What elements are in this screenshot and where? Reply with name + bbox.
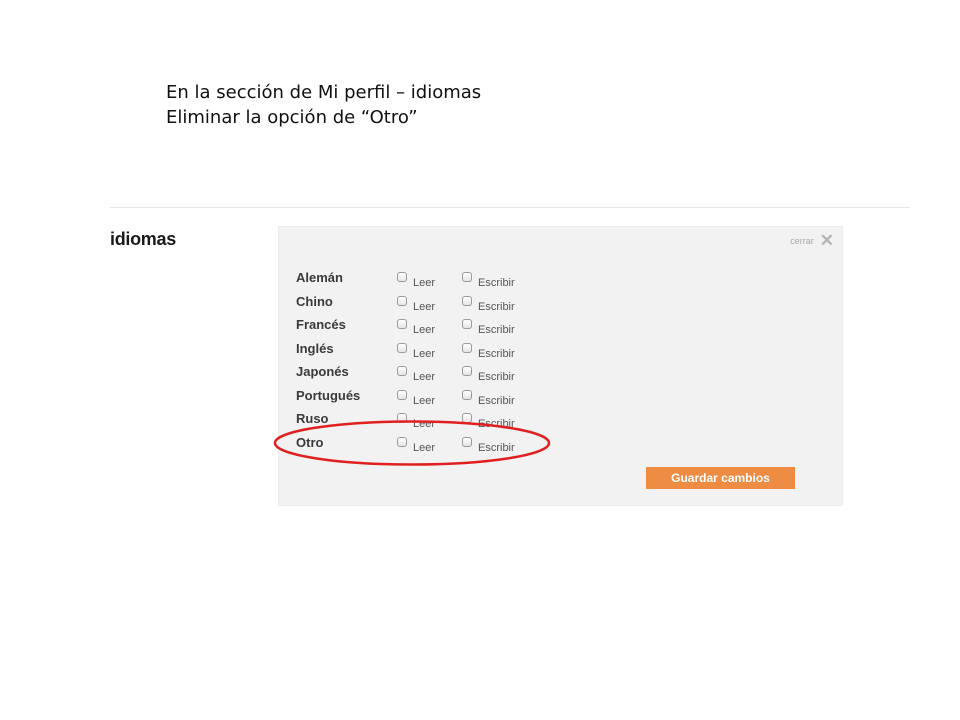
read-checkbox[interactable] [397, 390, 407, 400]
write-option[interactable]: Escribir [462, 436, 515, 454]
close-icon: ✕ [819, 231, 834, 250]
language-name: Inglés [296, 341, 334, 356]
close-button[interactable]: cerrar ✕ [790, 232, 834, 249]
read-option[interactable]: Leer [397, 389, 435, 407]
read-label: Leer [413, 277, 436, 289]
read-option[interactable]: Leer [397, 295, 435, 313]
language-row-aleman: Alemán Leer Escribir [296, 270, 596, 290]
write-label: Escribir [478, 301, 515, 313]
language-name: Ruso [296, 411, 329, 426]
language-row-frances: Francés Leer Escribir [296, 317, 596, 337]
read-checkbox[interactable] [397, 413, 407, 423]
language-row-ruso: Ruso Leer Escribir [296, 411, 596, 431]
write-option[interactable]: Escribir [462, 318, 515, 336]
write-checkbox[interactable] [462, 272, 472, 282]
page: En la sección de Mi perfil – idiomas Eli… [0, 0, 960, 720]
read-checkbox[interactable] [397, 319, 407, 329]
read-label: Leer [413, 348, 436, 360]
write-label: Escribir [478, 277, 515, 289]
read-option[interactable]: Leer [397, 318, 435, 336]
close-label: cerrar [790, 235, 814, 246]
write-option[interactable]: Escribir [462, 295, 515, 313]
write-checkbox[interactable] [462, 366, 472, 376]
write-checkbox[interactable] [462, 413, 472, 423]
write-label: Escribir [478, 442, 515, 454]
language-row-japones: Japonés Leer Escribir [296, 364, 596, 384]
language-row-ingles: Inglés Leer Escribir [296, 341, 596, 361]
read-label: Leer [413, 324, 436, 336]
write-checkbox[interactable] [462, 437, 472, 447]
read-label: Leer [413, 395, 436, 407]
language-name: Portugués [296, 388, 361, 403]
language-name: Alemán [296, 270, 343, 285]
write-label: Escribir [478, 348, 515, 360]
read-option[interactable]: Leer [397, 365, 435, 383]
save-changes-button[interactable]: Guardar cambios [646, 467, 795, 489]
read-checkbox[interactable] [397, 272, 407, 282]
instruction-line-2: Eliminar la opción de “Otro” [166, 107, 418, 128]
write-option[interactable]: Escribir [462, 271, 515, 289]
languages-panel: cerrar ✕ Alemán Leer Escribir Chino Leer [278, 226, 843, 506]
section-title: idiomas [110, 229, 176, 249]
read-label: Leer [413, 418, 436, 430]
read-option[interactable]: Leer [397, 412, 435, 430]
write-checkbox[interactable] [462, 296, 472, 306]
write-option[interactable]: Escribir [462, 342, 515, 360]
write-label: Escribir [478, 395, 515, 407]
write-option[interactable]: Escribir [462, 389, 515, 407]
language-row-otro: Otro Leer Escribir [296, 435, 596, 455]
write-checkbox[interactable] [462, 319, 472, 329]
language-row-chino: Chino Leer Escribir [296, 294, 596, 314]
write-option[interactable]: Escribir [462, 412, 515, 430]
read-label: Leer [413, 301, 436, 313]
read-checkbox[interactable] [397, 366, 407, 376]
read-checkbox[interactable] [397, 296, 407, 306]
read-label: Leer [413, 371, 436, 383]
write-label: Escribir [478, 371, 515, 383]
write-option[interactable]: Escribir [462, 365, 515, 383]
read-option[interactable]: Leer [397, 271, 435, 289]
read-checkbox[interactable] [397, 343, 407, 353]
language-row-portugues: Portugués Leer Escribir [296, 388, 596, 408]
language-name: Otro [296, 435, 324, 450]
language-name: Chino [296, 294, 333, 309]
section-divider [110, 207, 910, 208]
write-checkbox[interactable] [462, 390, 472, 400]
read-checkbox[interactable] [397, 437, 407, 447]
read-option[interactable]: Leer [397, 436, 435, 454]
write-checkbox[interactable] [462, 343, 472, 353]
instruction-note: En la sección de Mi perfil – idiomas Eli… [166, 80, 481, 130]
language-name: Francés [296, 317, 346, 332]
language-name: Japonés [296, 364, 349, 379]
write-label: Escribir [478, 418, 515, 430]
write-label: Escribir [478, 324, 515, 336]
instruction-line-1: En la sección de Mi perfil – idiomas [166, 82, 482, 103]
read-label: Leer [413, 442, 436, 454]
read-option[interactable]: Leer [397, 342, 435, 360]
